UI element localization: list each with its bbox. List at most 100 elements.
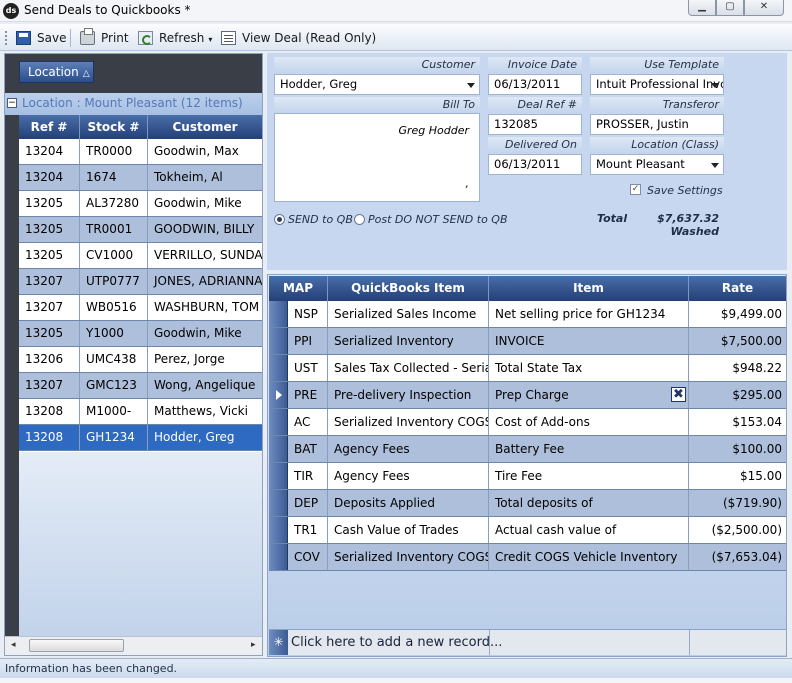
quickbooks-item-cell[interactable]: Agency Fees xyxy=(328,436,489,462)
rate-cell[interactable]: $100.00 xyxy=(689,436,786,462)
print-button[interactable]: Print xyxy=(80,27,129,47)
quickbooks-item-cell[interactable]: Cash Value of Trades xyxy=(328,517,489,543)
post-do-not-send-radio[interactable] xyxy=(354,214,365,225)
deal-stock-cell[interactable]: CV1000 xyxy=(80,243,148,268)
column-header-quickbooks-item[interactable]: QuickBooks Item xyxy=(328,276,489,301)
close-button[interactable]: ✕ xyxy=(744,0,784,16)
item-cell[interactable]: Prep Charge xyxy=(489,382,689,408)
deal-row[interactable]: 13207 WB0516 WASHBURN, TOM xyxy=(19,295,262,321)
map-cell[interactable]: TIR xyxy=(288,463,328,489)
map-cell[interactable]: COV xyxy=(288,544,328,570)
line-item-row[interactable]: UST Sales Tax Collected - Serial Total Sta… xyxy=(269,355,786,382)
deal-ref-cell[interactable]: 13204 xyxy=(19,139,80,164)
quickbooks-item-cell[interactable]: Serialized Sales Income xyxy=(328,301,489,327)
line-item-row[interactable]: DEP Deposits Applied Total deposits of ($71… xyxy=(269,490,786,517)
column-header-ref[interactable]: Ref # xyxy=(19,115,80,139)
rate-cell[interactable]: $948.22 xyxy=(689,355,786,381)
scrollbar-thumb[interactable] xyxy=(29,639,124,652)
rate-cell[interactable]: $15.00 xyxy=(689,463,786,489)
deal-customer-cell[interactable]: Goodwin, Mike xyxy=(148,191,262,216)
deal-row[interactable]: 13208 M1000- Matthews, Vicki xyxy=(19,399,262,425)
deal-customer-cell[interactable]: JONES, ADRIANNA xyxy=(148,269,262,294)
send-to-qb-radio[interactable] xyxy=(274,214,285,225)
rate-cell[interactable]: ($7,653.04) xyxy=(689,544,786,570)
column-header-rate[interactable]: Rate xyxy=(689,276,786,301)
deal-customer-cell[interactable]: Wong, Angelique xyxy=(148,373,262,398)
deal-stock-cell[interactable]: AL37280 xyxy=(80,191,148,216)
rate-cell[interactable]: ($719.90) xyxy=(689,490,786,516)
bill-to-field[interactable]: Greg Hodder , xyxy=(274,113,480,202)
item-cell[interactable]: Tire Fee xyxy=(489,463,689,489)
line-item-row[interactable]: NSP Serialized Sales Income Net selling pr… xyxy=(269,301,786,328)
rate-cell[interactable]: $295.00 xyxy=(689,382,786,408)
item-cell[interactable]: Cost of Add-ons xyxy=(489,409,689,435)
deal-ref-cell[interactable]: 13205 xyxy=(19,243,80,268)
deal-stock-cell[interactable]: WB0516 xyxy=(80,295,148,320)
quickbooks-item-cell[interactable]: Serialized Inventory xyxy=(328,328,489,354)
save-settings-checkbox[interactable]: ✓ xyxy=(630,184,641,195)
new-record-row[interactable]: ✳ Click here to add a new record... xyxy=(269,629,786,655)
scroll-right-icon[interactable]: ▸ xyxy=(251,640,256,650)
scroll-left-icon[interactable]: ◂ xyxy=(11,640,16,650)
row-selector[interactable] xyxy=(269,544,288,570)
deal-ref-cell[interactable]: 13205 xyxy=(19,217,80,242)
deal-customer-cell[interactable]: Matthews, Vicki xyxy=(148,399,262,424)
row-selector[interactable] xyxy=(269,436,288,462)
horizontal-scrollbar[interactable]: ◂ ▸ xyxy=(5,636,262,655)
map-cell[interactable]: PRE xyxy=(288,382,328,408)
deal-stock-cell[interactable]: GH1234 xyxy=(80,425,148,450)
item-cell[interactable]: INVOICE xyxy=(489,328,689,354)
deal-stock-cell[interactable]: TR0000 xyxy=(80,139,148,164)
deal-row[interactable]: 13207 GMC123 Wong, Angelique xyxy=(19,373,262,399)
map-cell[interactable]: DEP xyxy=(288,490,328,516)
group-row-location[interactable]: − Location : Mount Pleasant (12 items) xyxy=(5,93,262,115)
row-selector[interactable] xyxy=(269,409,288,435)
map-cell[interactable]: NSP xyxy=(288,301,328,327)
column-header-item[interactable]: Item xyxy=(489,276,689,301)
line-item-row[interactable]: TR1 Cash Value of Trades Actual cash value… xyxy=(269,517,786,544)
deal-row[interactable]: 13204 TR0000 Goodwin, Max xyxy=(19,139,262,165)
refresh-button[interactable]: Refresh ▾ xyxy=(138,29,212,47)
deal-ref-cell[interactable]: 13205 xyxy=(19,321,80,346)
deal-row[interactable]: 13205 AL37280 Goodwin, Mike xyxy=(19,191,262,217)
chevron-down-icon[interactable]: ▾ xyxy=(208,35,212,44)
deal-ref-field[interactable]: 132085 xyxy=(488,114,582,135)
deal-row[interactable]: 13205 CV1000 VERRILLO, SUNDAY xyxy=(19,243,262,269)
deal-customer-cell[interactable]: Tokheim, Al xyxy=(148,165,262,190)
line-item-row[interactable]: BAT Agency Fees Battery Fee $100.00 xyxy=(269,436,786,463)
deal-row[interactable]: 13205 TR0001 GOODWIN, BILLY xyxy=(19,217,262,243)
quickbooks-item-cell[interactable]: Agency Fees xyxy=(328,463,489,489)
use-template-select[interactable]: Intuit Professional Invo xyxy=(590,74,724,95)
deal-customer-cell[interactable]: Hodder, Greg xyxy=(148,425,262,450)
deal-ref-cell[interactable]: 13206 xyxy=(19,347,80,372)
row-selector[interactable] xyxy=(269,517,288,543)
deal-row[interactable]: 13207 UTP0777 JONES, ADRIANNA xyxy=(19,269,262,295)
row-selector[interactable] xyxy=(269,382,288,408)
deal-customer-cell[interactable]: VERRILLO, SUNDAY xyxy=(148,243,262,268)
column-header-map[interactable]: MAP xyxy=(269,276,328,301)
delivered-on-field[interactable]: 06/13/2011 xyxy=(488,154,582,175)
quickbooks-item-cell[interactable]: Deposits Applied xyxy=(328,490,489,516)
row-selector[interactable] xyxy=(269,301,288,327)
map-cell[interactable]: BAT xyxy=(288,436,328,462)
line-item-row[interactable]: TIR Agency Fees Tire Fee $15.00 xyxy=(269,463,786,490)
maximize-button[interactable]: ▢ xyxy=(716,0,744,16)
map-cell[interactable]: PPI xyxy=(288,328,328,354)
item-cell[interactable]: Net selling price for GH1234 xyxy=(489,301,689,327)
rate-cell[interactable]: ($2,500.00) xyxy=(689,517,786,543)
row-selector[interactable] xyxy=(269,490,288,516)
item-cell[interactable]: Credit COGS Vehicle Inventory xyxy=(489,544,689,570)
deal-row[interactable]: 13208 GH1234 Hodder, Greg xyxy=(19,425,262,451)
quickbooks-item-cell[interactable]: Serialized Inventory COGS xyxy=(328,409,489,435)
deal-stock-cell[interactable]: 1674 xyxy=(80,165,148,190)
quickbooks-item-cell[interactable]: Serialized Inventory COGS xyxy=(328,544,489,570)
line-item-row[interactable]: PRE Pre-delivery Inspection Prep Charge $29… xyxy=(269,382,786,409)
deal-customer-cell[interactable]: Goodwin, Mike xyxy=(148,321,262,346)
transferor-field[interactable]: PROSSER, Justin xyxy=(590,114,724,135)
deal-row[interactable]: 13206 UMC438 Perez, Jorge xyxy=(19,347,262,373)
deal-row[interactable]: 13205 Y1000 Goodwin, Mike xyxy=(19,321,262,347)
item-cell[interactable]: Actual cash value of xyxy=(489,517,689,543)
rate-cell[interactable]: $153.04 xyxy=(689,409,786,435)
deal-customer-cell[interactable]: WASHBURN, TOM xyxy=(148,295,262,320)
quickbooks-item-cell[interactable]: Pre-delivery Inspection xyxy=(328,382,489,408)
